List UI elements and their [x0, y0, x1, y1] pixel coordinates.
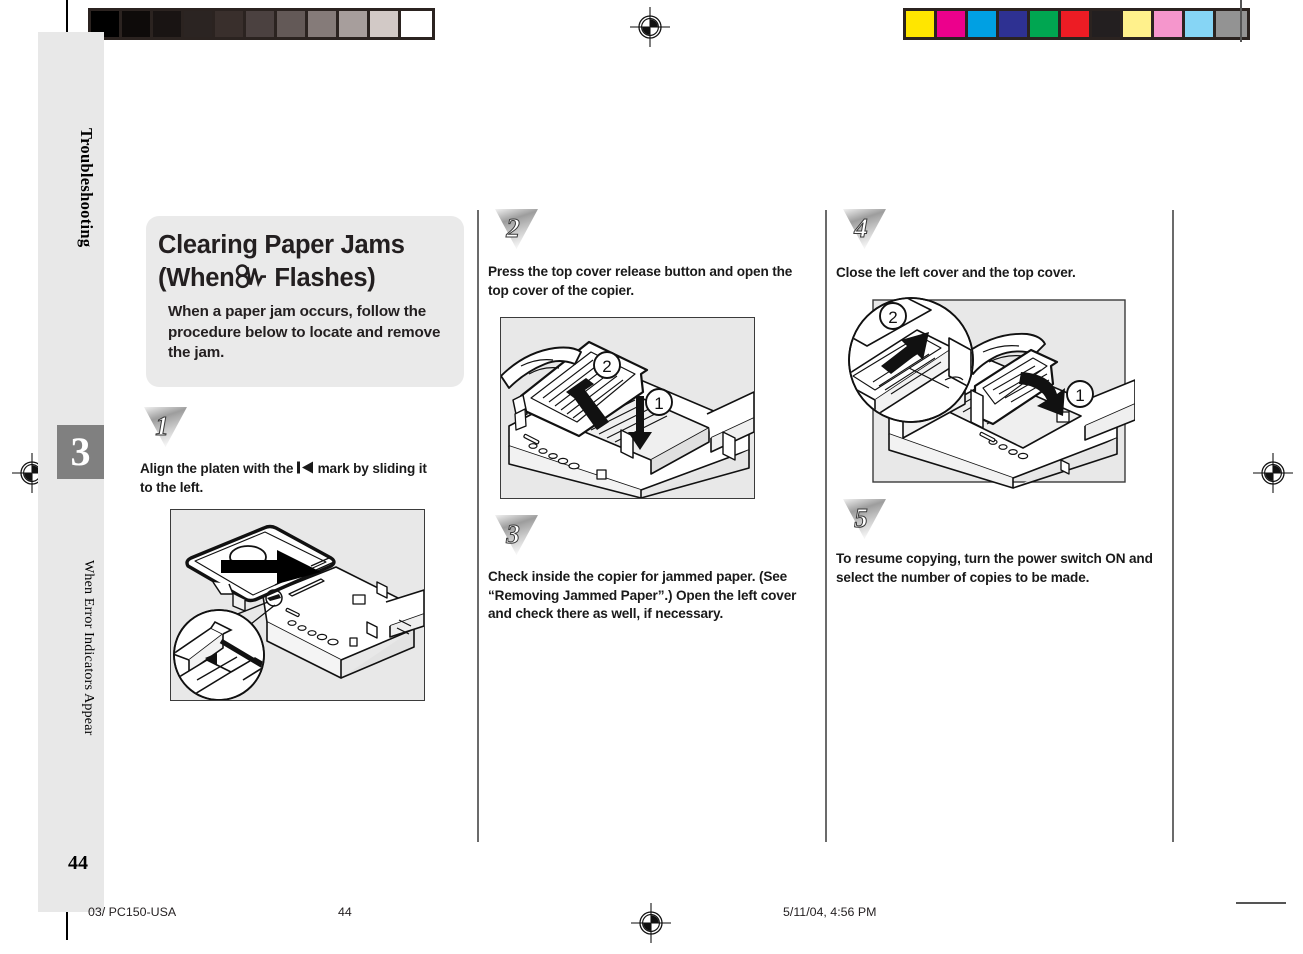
calibration-swatch	[370, 11, 401, 37]
footer-timestamp: 5/11/04, 4:56 PM	[783, 905, 877, 919]
page-number-folio: 44	[68, 852, 88, 874]
calibration-swatch	[937, 11, 968, 37]
step-number-badge-1: 1	[143, 406, 188, 448]
page-title-line-2-suffix: Flashes)	[274, 264, 376, 292]
column-divider-1	[477, 210, 479, 842]
footer-center-page-number: 44	[338, 905, 352, 919]
step-text-5: To resume copying, turn the power switch…	[836, 551, 1153, 585]
step-number-badge-4: 4	[842, 208, 887, 250]
section-intro-text: When a paper jam occurs, follow the proc…	[168, 303, 441, 361]
calibration-swatch	[215, 11, 246, 37]
step-number-4: 4	[853, 213, 868, 243]
calibration-swatch	[1030, 11, 1061, 37]
svg-text:1: 1	[654, 394, 663, 413]
calibration-swatch	[184, 11, 215, 37]
callout-2: 2	[593, 351, 621, 379]
column-divider-3	[1172, 210, 1174, 842]
calibration-swatch	[1092, 11, 1123, 37]
calibration-swatch	[122, 11, 153, 37]
chapter-title-vertical: Troubleshooting	[77, 128, 96, 248]
step-text-3: Check inside the copier for jammed paper…	[488, 569, 797, 622]
calibration-swatch	[153, 11, 184, 37]
page-title-line-1: Clearing Paper Jams	[158, 231, 405, 259]
step-number-2: 2	[505, 213, 520, 243]
callout-1: 1	[1066, 380, 1094, 408]
registration-mark-top	[629, 6, 671, 48]
color-calibration-bar	[903, 8, 1250, 40]
calibration-swatch	[999, 11, 1030, 37]
step-number-3: 3	[505, 519, 520, 549]
svg-text:2: 2	[602, 357, 611, 376]
registration-mark-right	[1252, 452, 1294, 494]
section-title-vertical: When Error Indicators Appear	[81, 560, 96, 736]
align-left-mark-icon	[296, 461, 314, 480]
step-number-1: 1	[155, 411, 169, 441]
crop-mark-top-right	[1240, 0, 1242, 42]
calibration-swatch	[1185, 11, 1216, 37]
step-number-5: 5	[854, 503, 868, 533]
chapter-number-badge: 3	[57, 425, 104, 479]
figure-step-2: 2 1	[500, 317, 755, 499]
calibration-swatch	[906, 11, 937, 37]
figure-step-1	[170, 509, 425, 701]
callout-2: 2	[879, 302, 907, 330]
calibration-swatch	[277, 11, 308, 37]
footer-left: 03/ PC150-USA	[88, 905, 177, 919]
calibration-swatch	[1061, 11, 1092, 37]
crop-mark-bottom-right	[1236, 902, 1286, 904]
calibration-swatch	[968, 11, 999, 37]
step-number-badge-2: 2	[494, 208, 539, 250]
svg-text:2: 2	[888, 308, 897, 327]
calibration-swatch	[308, 11, 339, 37]
step-number-badge-5: 5	[842, 498, 887, 540]
calibration-swatch	[401, 11, 432, 37]
step-1-text-before-mark: Align the platen with the	[140, 461, 294, 476]
calibration-swatch	[1123, 11, 1154, 37]
calibration-swatch	[339, 11, 370, 37]
calibration-swatch	[246, 11, 277, 37]
step-text-2: Press the top cover release button and o…	[488, 264, 793, 298]
page-title-line-2-prefix: (When	[158, 264, 235, 292]
callout-1: 1	[645, 388, 673, 416]
figure-step-4: 1 2	[845, 292, 1136, 490]
step-number-badge-3: 3	[494, 514, 539, 556]
column-divider-2	[825, 210, 827, 842]
step-text-1: Align the platen with the mark by slidin…	[140, 460, 440, 497]
grayscale-calibration-bar	[88, 8, 435, 40]
calibration-swatch	[1154, 11, 1185, 37]
registration-mark-bottom	[630, 902, 672, 944]
page-title: Clearing Paper Jams (When Flashes)	[158, 230, 448, 293]
paper-jam-indicator-icon	[235, 263, 268, 289]
svg-text:1: 1	[1075, 386, 1084, 405]
step-text-4: Close the left cover and the top cover.	[836, 265, 1076, 280]
section-title-panel: Clearing Paper Jams (When Flashes) When …	[146, 216, 464, 387]
calibration-swatch	[1216, 11, 1247, 37]
